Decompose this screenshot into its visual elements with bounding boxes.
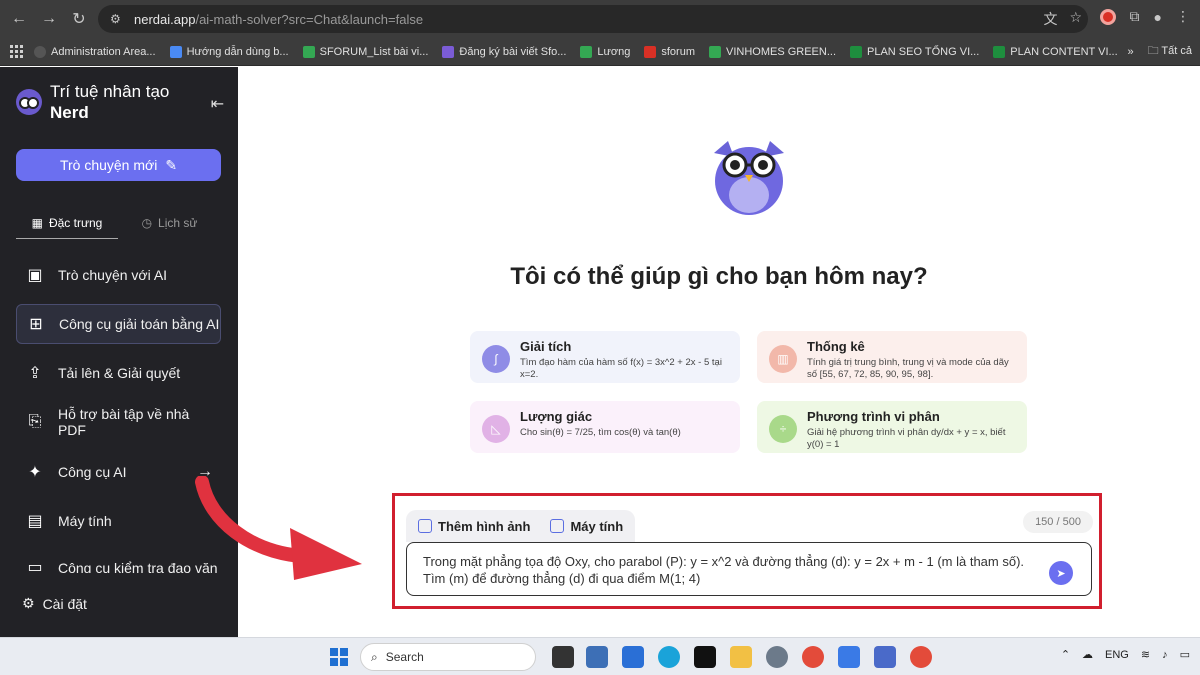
bookmark-item[interactable]: VINHOMES GREEN... [708, 45, 836, 58]
pdf-icon: ⎘ [28, 413, 42, 430]
gear-icon: ⚙ [22, 595, 35, 611]
bookmark-item[interactable]: Administration Area... [34, 45, 156, 58]
annotation-arrow [195, 476, 362, 580]
main-content: Tôi có thể giúp gì cho bạn hôm nay? ∫ Gi… [238, 67, 1200, 637]
chrome-icon[interactable] [910, 646, 932, 668]
translate-icon[interactable]: 文 [1043, 9, 1057, 29]
bar-chart-icon: ▥ [769, 345, 797, 373]
bookmark-item[interactable]: PLAN SEO TỔNG VI... [850, 45, 979, 58]
bookmark-item[interactable]: Lương [580, 45, 630, 58]
more-menu-icon[interactable]: ⋮ [1176, 8, 1190, 25]
brand[interactable]: Trí tuệ nhân tạo Nerd [16, 81, 169, 123]
new-chat-button[interactable]: Trò chuyện mới ✎ [16, 149, 221, 181]
owl-mascot-icon [714, 141, 784, 215]
sidebar-item-chat-ai[interactable]: ▣ Trò chuyện với AI [16, 255, 221, 295]
equation-icon: ÷ [769, 415, 797, 443]
profile-icon[interactable]: ● [1154, 9, 1162, 25]
back-icon[interactable]: ← [4, 4, 34, 34]
bookmarks-bar: Administration Area... Hướng dẫn dùng b.… [0, 38, 1200, 66]
bookmark-item[interactable]: Đăng ký bài viết Sfo... [442, 45, 566, 58]
taskbar: ⌕ Search ⌃ ☁ ENG ≋ ♪ ▭ [0, 637, 1200, 675]
site-info-icon[interactable]: ⚙ [110, 12, 128, 26]
history-icon: ◷ [141, 216, 153, 230]
all-bookmarks-folder[interactable]: 🗀 Tất cả [1148, 42, 1192, 61]
page-title: Tôi có thể giúp gì cho bạn hôm nay? [510, 263, 928, 290]
bookmark-item[interactable]: PLAN CONTENT VI... [993, 45, 1118, 58]
bookmark-star-icon[interactable]: ☆ [1069, 9, 1082, 29]
bookmark-item[interactable]: sforum [644, 45, 695, 58]
apps-grid-icon[interactable] [10, 44, 24, 59]
bookmark-item[interactable]: SFORUM_List bài vi... [302, 45, 428, 58]
cloud-icon[interactable]: ☁ [1082, 648, 1093, 661]
collapse-sidebar-icon[interactable]: ⇤ [211, 94, 224, 114]
windows-start-icon[interactable] [330, 648, 348, 666]
taskbar-app-icon[interactable] [552, 646, 574, 668]
extension-icon[interactable] [1099, 8, 1116, 25]
highlight-box [392, 493, 1102, 609]
new-chat-label: Trò chuyện mới [59, 157, 158, 173]
taskbar-app-icon[interactable] [694, 646, 716, 668]
suggestion-card-statistics[interactable]: ▥ Thống kê Tính giá trị trung bình, trun… [757, 331, 1027, 383]
bookmarks-more-icon[interactable]: » [1127, 46, 1133, 58]
sparkle-icon: ✦ [28, 464, 42, 481]
wifi-icon[interactable]: ≋ [1141, 648, 1150, 661]
folder-icon[interactable] [730, 646, 752, 668]
taskbar-app-icon[interactable] [622, 646, 644, 668]
triangle-icon: ◺ [482, 415, 510, 443]
search-icon: ⌕ [371, 649, 378, 664]
sidebar-item-pdf-homework[interactable]: ⎘ Hỗ trợ bài tập về nhà PDF [16, 402, 221, 442]
reload-icon[interactable]: ↻ [64, 4, 94, 34]
url-text[interactable]: nerdai.app/ai-math-solver?src=Chat&launc… [134, 12, 423, 27]
tab-features[interactable]: ▦ Đặc trưng [16, 207, 118, 239]
suggestion-card-trigonometry[interactable]: ◺ Lượng giác Cho sin(θ) = 7/25, tìm cos(… [470, 401, 740, 453]
taskbar-app-icon[interactable] [874, 646, 896, 668]
grid-icon: ▦ [31, 215, 43, 230]
taskbar-app-icon[interactable] [586, 646, 608, 668]
edit-icon: ✎ [165, 156, 178, 173]
calculator-grid-icon: ⊞ [29, 316, 43, 333]
settings-button[interactable]: ⚙ Cài đặt [22, 595, 87, 612]
calculus-icon: ∫ [482, 345, 510, 373]
bookmark-item[interactable]: Hướng dẫn dùng b... [169, 45, 289, 58]
owl-logo-icon [16, 89, 42, 115]
battery-icon[interactable]: ▭ [1180, 648, 1190, 661]
address-bar[interactable]: ⚙ nerdai.app/ai-math-solver?src=Chat&lau… [98, 5, 1088, 33]
extensions-puzzle-icon[interactable]: ⧉ [1130, 8, 1140, 25]
system-tray: ⌃ ☁ ENG ≋ ♪ ▭ [1061, 648, 1190, 662]
sidebar-item-upload-solve[interactable]: ⇪ Tải lên & Giải quyết [16, 353, 221, 393]
chrome-icon[interactable] [802, 646, 824, 668]
suggestion-card-differential[interactable]: ÷ Phương trình vi phân Giải hệ phương tr… [757, 401, 1027, 453]
chevron-up-icon[interactable]: ⌃ [1061, 648, 1070, 661]
browser-toolbar: ← → ↻ ⚙ nerdai.app/ai-math-solver?src=Ch… [0, 0, 1200, 38]
brand-line1: Trí tuệ nhân tạo [50, 82, 170, 101]
settings-gear-icon[interactable] [766, 646, 788, 668]
language-indicator[interactable]: ENG [1105, 649, 1129, 661]
calculator-icon: ▤ [27, 513, 43, 530]
taskbar-search[interactable]: ⌕ Search [360, 643, 536, 671]
document-check-icon: ▭ [27, 559, 43, 573]
chat-bot-icon: ▣ [27, 267, 43, 284]
volume-icon[interactable]: ♪ [1162, 649, 1168, 661]
edge-icon[interactable] [658, 646, 680, 668]
zalo-icon[interactable] [838, 646, 860, 668]
suggestion-card-calculus[interactable]: ∫ Giải tích Tìm đạo hàm của hàm số f(x) … [470, 331, 740, 383]
forward-icon[interactable]: → [34, 4, 64, 34]
brand-line2: Nerd [50, 103, 89, 122]
sidebar-item-math-solver[interactable]: ⊞ Công cụ giải toán bằng AI [16, 304, 221, 344]
upload-icon: ⇪ [28, 365, 42, 382]
sidebar-tabs: ▦ Đặc trưng ◷ Lịch sử [16, 207, 221, 239]
tab-history[interactable]: ◷ Lịch sử [118, 207, 221, 239]
